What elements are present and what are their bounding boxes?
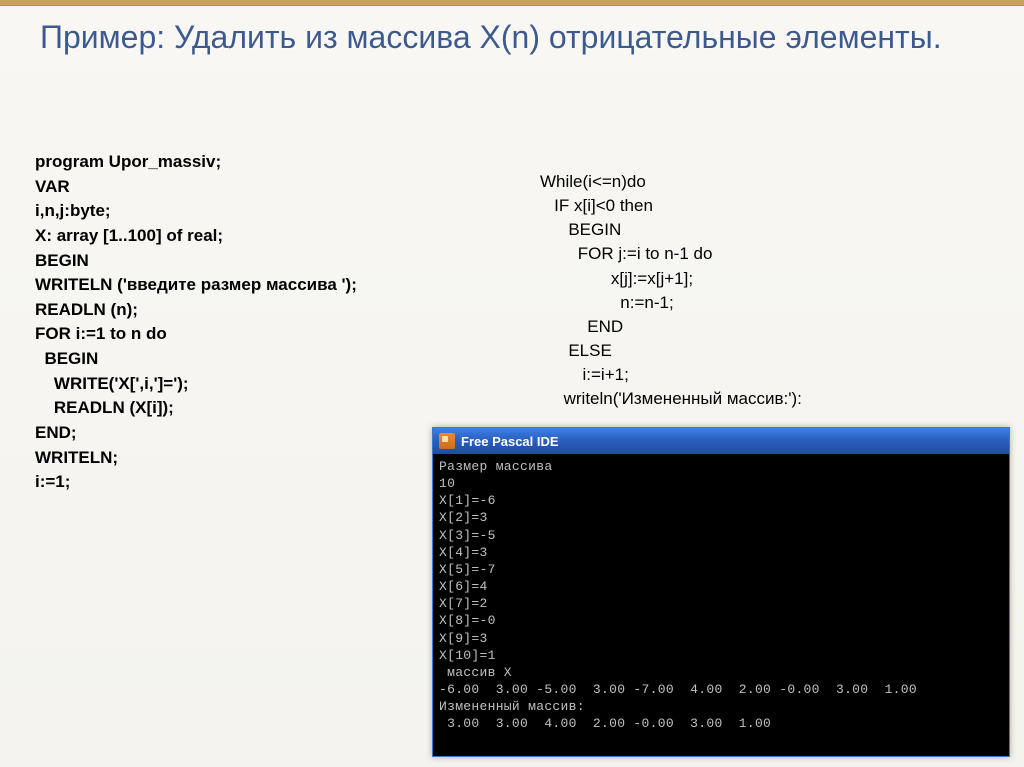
- ide-titlebar: Free Pascal IDE: [433, 428, 1009, 454]
- ide-window: Free Pascal IDE Размер массива 10 X[1]=-…: [432, 427, 1010, 757]
- slide-title: Пример: Удалить из массива X(n) отрицате…: [0, 6, 1024, 79]
- ide-title-text: Free Pascal IDE: [461, 434, 559, 449]
- pascal-icon: [439, 433, 455, 449]
- code-block-left: program Upor_massiv; VAR i,n,j:byte; X: …: [35, 150, 357, 495]
- ide-console-output: Размер массива 10 X[1]=-6 X[2]=3 X[3]=-5…: [433, 454, 1009, 737]
- code-block-right: While(i<=n)do IF x[i]<0 then BEGIN FOR j…: [540, 170, 802, 411]
